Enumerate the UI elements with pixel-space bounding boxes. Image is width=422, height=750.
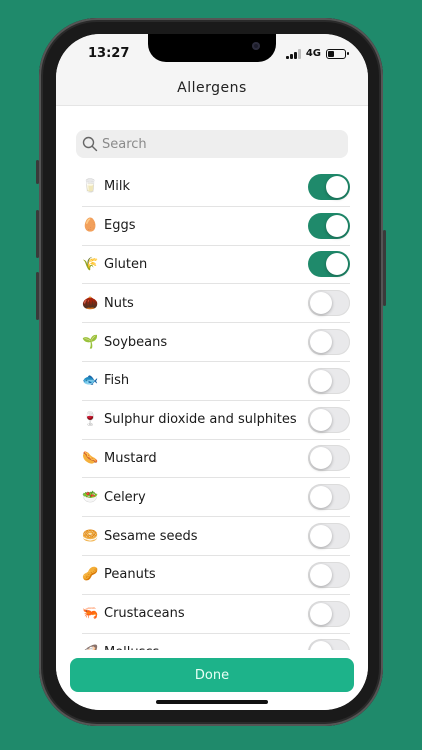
battery-icon [326,48,349,59]
allergen-row[interactable]: 🌾 Gluten [82,246,350,285]
allergen-row[interactable]: 🥯 Sesame seeds [82,517,350,556]
home-indicator [156,700,268,704]
signal-icon [286,48,301,59]
allergen-row[interactable]: 🥜 Peanuts [82,556,350,595]
allergen-row[interactable]: 🦐 Crustaceans [82,595,350,634]
allergen-icon: 🌱 [82,334,99,350]
allergen-icon: 🌰 [82,295,99,311]
search-icon [82,136,98,152]
allergen-icon: 🦐 [82,606,99,622]
allergen-toggle[interactable] [308,600,350,627]
allergen-icon: 🍷 [82,412,99,428]
camera-icon [252,42,260,50]
allergen-row[interactable]: 🌱 Soybeans [82,323,350,362]
allergen-label: Gluten [104,256,148,272]
allergen-toggle[interactable] [308,523,350,550]
allergen-row[interactable]: 🍷 Sulphur dioxide and sulphites [82,401,350,440]
allergen-label: Sesame seeds [104,528,198,544]
toggle-knob [326,175,348,198]
toggle-knob [310,525,332,548]
allergen-label: Nuts [104,295,134,311]
allergen-toggle[interactable] [308,173,350,200]
notch [148,34,276,62]
toggle-knob [310,486,332,509]
toggle-knob [326,253,348,276]
toggle-knob [310,331,332,354]
allergen-label: Celery [104,489,146,505]
allergen-label: Mustard [104,450,157,466]
allergen-toggle[interactable] [308,561,350,588]
allergen-toggle[interactable] [308,639,350,650]
allergen-row[interactable]: 🐟 Fish [82,362,350,401]
allergen-label: Milk [104,179,130,195]
allergen-row[interactable]: 🥗 Celery [82,478,350,518]
allergen-icon: 🥗 [82,489,99,505]
top-bar: 13:27 4G Allergens [56,34,368,106]
allergen-toggle[interactable] [308,484,350,511]
allergen-row[interactable]: 🌰 Nuts [82,284,350,324]
allergen-toggle[interactable] [308,329,350,356]
toggle-knob [310,602,332,625]
toggle-knob [310,641,332,650]
allergen-toggle[interactable] [308,251,350,278]
allergen-icon: 🌾 [82,256,99,272]
allergen-icon: 🥛 [82,179,99,195]
allergen-row[interactable]: 🌭 Mustard [82,440,350,479]
allergen-icon: 🥯 [82,528,99,544]
toggle-knob [326,214,348,237]
toggle-knob [310,369,332,392]
search-input[interactable] [102,136,332,152]
network-type: 4G [305,48,321,59]
allergen-label: Soybeans [104,334,168,350]
done-button[interactable]: Done [70,658,354,692]
allergen-row[interactable]: 🥚 Eggs [82,207,350,246]
allergen-icon: 🥚 [82,218,99,234]
allergen-label: Crustaceans [104,606,185,622]
allergen-label: Sulphur dioxide and sulphites [104,412,297,428]
allergen-icon: 🌭 [82,450,99,466]
allergen-label: Eggs [104,218,136,234]
toggle-knob [310,563,332,586]
status-indicators: 4G [286,48,349,59]
volume-up-button [36,210,39,258]
allergen-icon: 🥜 [82,567,99,583]
power-button [383,230,386,306]
allergen-toggle[interactable] [308,406,350,433]
allergen-list[interactable]: 🥛 Milk 🥚 Eggs 🌾 Gluten 🌰 Nuts 🌱 Soybeans 🐟 Fish 🍷 Sul… [82,168,350,650]
search-bar[interactable] [76,130,348,158]
allergen-row[interactable]: 🥛 Milk [82,168,350,207]
screen: 13:27 4G Allergens 🥛 Milk 🥚 Eggs 🌾 Gluten 🌰 Nut… [56,34,368,710]
allergen-toggle[interactable] [308,367,350,394]
allergen-label: Peanuts [104,567,156,583]
allergen-icon: 🐟 [82,373,99,389]
status-time: 13:27 [88,46,130,61]
page-title: Allergens [177,80,247,96]
toggle-knob [310,408,332,431]
allergen-row[interactable]: 🦪Molluscs [82,634,350,650]
allergen-label: Fish [104,373,130,389]
allergen-toggle[interactable] [308,290,350,317]
volume-down-button [36,272,39,320]
allergen-toggle[interactable] [308,212,350,239]
mute-switch [36,160,39,184]
toggle-knob [310,292,332,315]
allergen-toggle[interactable] [308,445,350,472]
toggle-knob [310,447,332,470]
